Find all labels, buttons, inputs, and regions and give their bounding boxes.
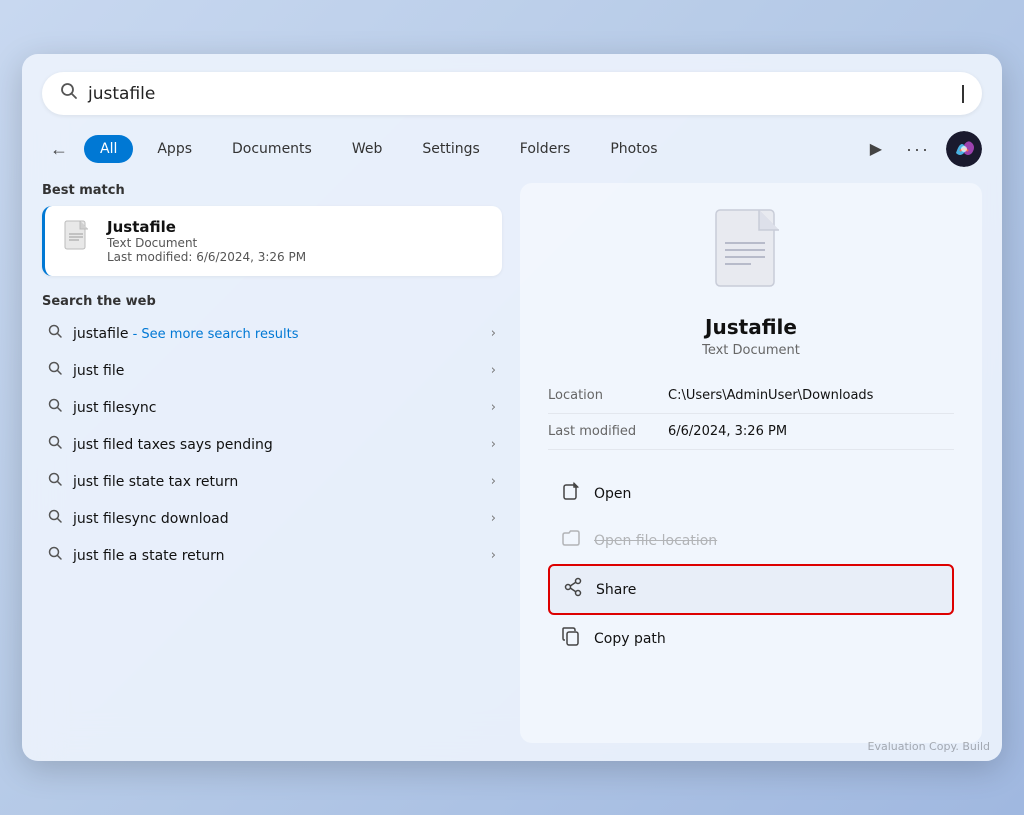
search-icon [60, 82, 78, 105]
action-open-file-location[interactable]: Open file location [548, 517, 954, 564]
web-search-item-4[interactable]: just file state tax return › [42, 463, 502, 500]
web-search-text-5: just filesync download [73, 511, 491, 527]
best-match-item[interactable]: Justafile Text Document Last modified: 6… [42, 206, 502, 276]
share-label: Share [596, 582, 636, 598]
action-copy-path[interactable]: Copy path [548, 615, 954, 662]
filter-bar: ← All Apps Documents Web Settings Folder… [42, 131, 982, 167]
copilot-icon[interactable] [946, 131, 982, 167]
web-search-text-4: just file state tax return [73, 474, 491, 490]
right-file-icon [711, 207, 791, 301]
action-share[interactable]: Share [548, 564, 954, 615]
search-icon-5 [48, 509, 63, 528]
search-icon-1 [48, 361, 63, 380]
location-label: Location [548, 388, 668, 403]
more-button[interactable]: ··· [898, 135, 938, 164]
search-input[interactable]: justafile [88, 84, 961, 104]
search-icon-3 [48, 435, 63, 454]
right-panel: Justafile Text Document Location C:\User… [520, 183, 982, 743]
right-file-type: Text Document [702, 343, 800, 358]
watermark: Evaluation Copy. Build [868, 740, 990, 753]
web-search-item-0[interactable]: justafile - See more search results › [42, 315, 502, 352]
web-search-item-5[interactable]: just filesync download › [42, 500, 502, 537]
web-search-item-2[interactable]: just filesync › [42, 389, 502, 426]
tab-web[interactable]: Web [336, 135, 399, 163]
detail-row-location: Location C:\Users\AdminUser\Downloads [548, 378, 954, 414]
web-search-item-1[interactable]: just file › [42, 352, 502, 389]
web-search-text-0: justafile - See more search results [73, 326, 491, 342]
tab-documents[interactable]: Documents [216, 135, 328, 163]
file-details: Location C:\Users\AdminUser\Downloads La… [548, 378, 954, 450]
modified-value: 6/6/2024, 3:26 PM [668, 424, 787, 439]
tab-apps[interactable]: Apps [141, 135, 208, 163]
action-open[interactable]: Open [548, 470, 954, 517]
folder-open-icon [560, 528, 582, 553]
arrow-icon-6: › [491, 548, 496, 563]
left-panel: Best match Justafile Text Document [42, 183, 502, 743]
web-search-text-3: just filed taxes says pending [73, 437, 491, 453]
tab-all[interactable]: All [84, 135, 133, 163]
arrow-icon-5: › [491, 511, 496, 526]
arrow-icon-4: › [491, 474, 496, 489]
detail-row-modified: Last modified 6/6/2024, 3:26 PM [548, 414, 954, 450]
best-match-modified: Last modified: 6/6/2024, 3:26 PM [107, 250, 306, 264]
tab-settings[interactable]: Settings [406, 135, 495, 163]
search-icon-0 [48, 324, 63, 343]
web-search-text-1: just file [73, 363, 491, 379]
best-match-type: Text Document [107, 236, 306, 250]
back-button[interactable]: ← [42, 135, 76, 164]
copy-icon [560, 626, 582, 651]
location-value: C:\Users\AdminUser\Downloads [668, 388, 873, 403]
action-list: Open Open file location [548, 470, 954, 662]
modified-label: Last modified [548, 424, 668, 439]
open-icon [560, 481, 582, 506]
web-search-item-3[interactable]: just filed taxes says pending › [42, 426, 502, 463]
web-search-text-6: just file a state return [73, 548, 491, 564]
share-icon [562, 577, 584, 602]
arrow-icon-1: › [491, 363, 496, 378]
search-icon-2 [48, 398, 63, 417]
search-icon-6 [48, 546, 63, 565]
tab-folders[interactable]: Folders [504, 135, 587, 163]
main-content: Best match Justafile Text Document [42, 183, 982, 743]
web-search-text-2: just filesync [73, 400, 491, 416]
open-label: Open [594, 486, 631, 502]
copy-path-label: Copy path [594, 631, 666, 647]
best-match-label: Best match [42, 183, 502, 198]
arrow-icon-3: › [491, 437, 496, 452]
arrow-icon-2: › [491, 400, 496, 415]
search-web-label: Search the web [42, 294, 502, 309]
right-file-name: Justafile [705, 315, 797, 339]
open-file-location-label: Open file location [594, 533, 717, 549]
search-icon-4 [48, 472, 63, 491]
best-match-name: Justafile [107, 218, 306, 236]
best-match-info: Justafile Text Document Last modified: 6… [107, 218, 306, 264]
play-button[interactable]: ▶ [862, 135, 890, 163]
file-icon [59, 218, 95, 254]
tab-photos[interactable]: Photos [594, 135, 673, 163]
search-bar[interactable]: justafile [42, 72, 982, 115]
web-search-item-6[interactable]: just file a state return › [42, 537, 502, 574]
arrow-icon-0: › [491, 326, 496, 341]
